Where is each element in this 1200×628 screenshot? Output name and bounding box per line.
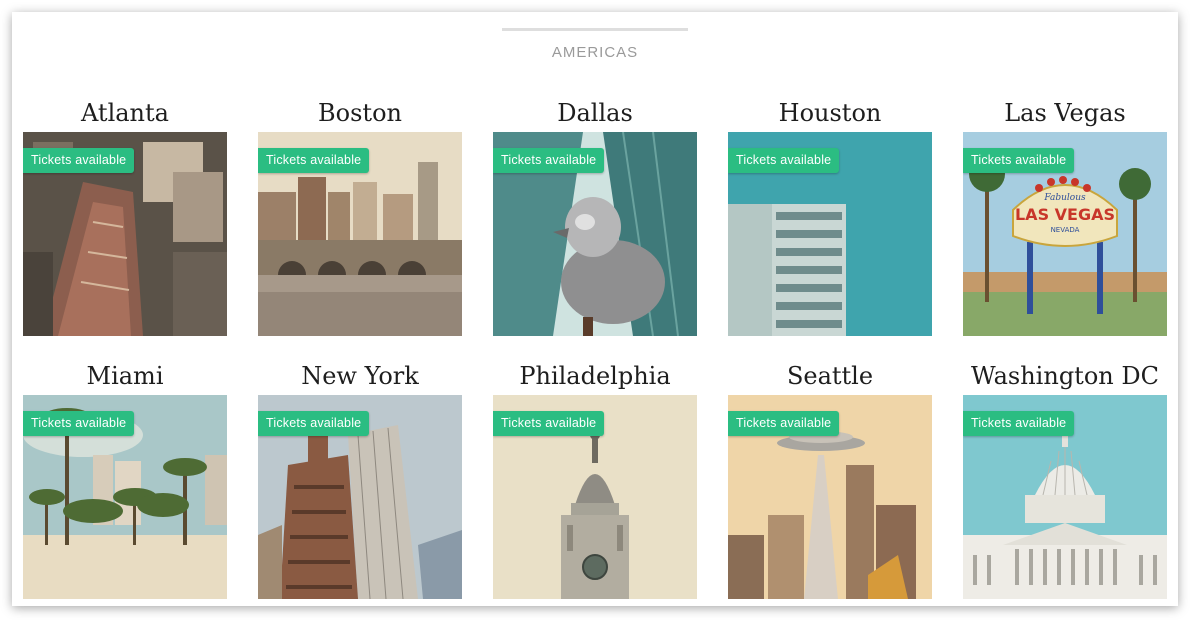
city-image-las-vegas[interactable]: Fabulous LAS VEGAS NEVADA Tickets availa… [963, 132, 1167, 336]
tickets-available-badge: Tickets available [728, 411, 840, 436]
city-name: Dallas [557, 99, 633, 127]
tickets-available-badge: Tickets available [493, 148, 605, 173]
city-tile-miami[interactable]: Miami Tickets available [23, 359, 227, 599]
city-tile-washington-dc[interactable]: Washington DC Tickets available [963, 359, 1167, 599]
city-tile-las-vegas[interactable]: Las Vegas Fabulous LAS VEGAS NEVADA Tick… [963, 96, 1167, 336]
city-tile-boston[interactable]: Boston Tickets available [258, 96, 462, 336]
city-image-atlanta[interactable]: Tickets available [23, 132, 227, 336]
city-tile-seattle[interactable]: Seattle Tickets available [728, 359, 932, 599]
tickets-available-badge: Tickets available [23, 411, 135, 436]
section-divider [502, 28, 688, 31]
city-image-dallas[interactable]: Tickets available [493, 132, 697, 336]
city-name: Boston [318, 99, 402, 127]
tickets-available-badge: Tickets available [963, 148, 1075, 173]
city-tile-dallas[interactable]: Dallas Tickets available [493, 96, 697, 336]
sign-nevada: NEVADA [1051, 226, 1080, 234]
city-image-washington-dc[interactable]: Tickets available [963, 395, 1167, 599]
city-tile-philadelphia[interactable]: Philadelphia Tickets available [493, 359, 697, 599]
city-name: New York [301, 362, 419, 390]
city-tile-atlanta[interactable]: Atlanta Tickets available [23, 96, 227, 336]
city-image-houston[interactable]: Tickets available [728, 132, 932, 336]
tickets-available-badge: Tickets available [493, 411, 605, 436]
city-name: Houston [778, 99, 882, 127]
city-image-philadelphia[interactable]: Tickets available [493, 395, 697, 599]
city-image-miami[interactable]: Tickets available [23, 395, 227, 599]
city-name: Atlanta [81, 99, 169, 127]
tickets-available-badge: Tickets available [23, 148, 135, 173]
tickets-available-badge: Tickets available [258, 411, 370, 436]
city-tile-houston[interactable]: Houston Tickets available [728, 96, 932, 336]
city-image-new-york[interactable]: Tickets available [258, 395, 462, 599]
city-name: Las Vegas [1004, 99, 1126, 127]
city-image-seattle[interactable]: Tickets available [728, 395, 932, 599]
city-image-boston[interactable]: Tickets available [258, 132, 462, 336]
city-name: Seattle [786, 362, 874, 390]
sign-fabulous: Fabulous [1043, 193, 1086, 203]
city-name: Miami [86, 362, 164, 390]
city-tile-new-york[interactable]: New York Tickets available [258, 359, 462, 599]
sign-las-vegas: LAS VEGAS [1015, 205, 1115, 224]
tickets-available-badge: Tickets available [728, 148, 840, 173]
city-name: Washington DC [971, 362, 1159, 390]
section-title: AMERICAS [551, 44, 639, 61]
destinations-panel: AMERICAS Atlanta Tickets available Bosto… [12, 12, 1178, 606]
city-name: Philadelphia [519, 362, 671, 390]
tickets-available-badge: Tickets available [963, 411, 1075, 436]
tickets-available-badge: Tickets available [258, 148, 370, 173]
